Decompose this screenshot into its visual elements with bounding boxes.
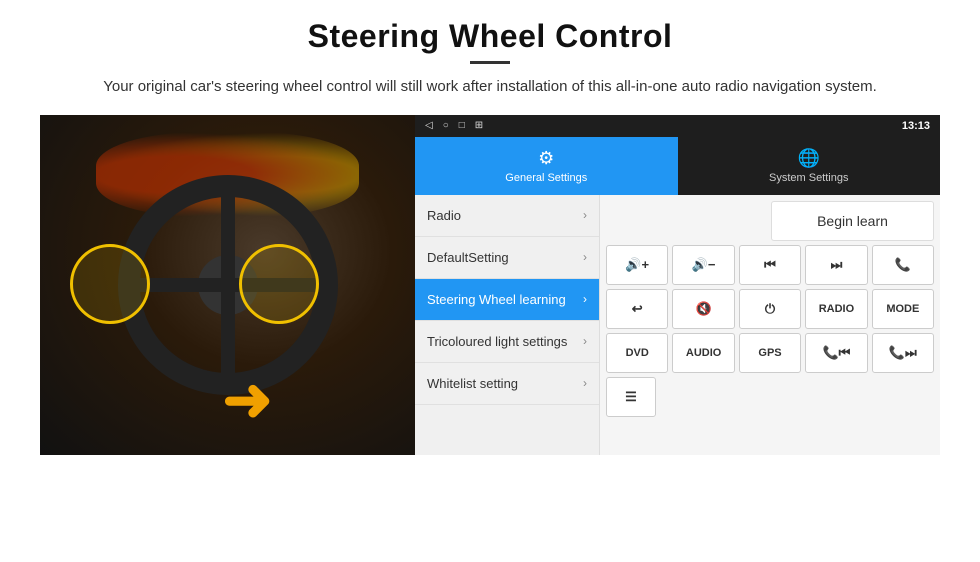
back-icon: ◁ — [425, 120, 433, 131]
menu-item-radio[interactable]: Radio › — [415, 195, 599, 237]
control-row-1: Begin learn — [606, 201, 934, 241]
volume-down-icon: 🔊− — [692, 257, 716, 273]
recents-icon: □ — [459, 120, 465, 131]
empty-space — [606, 201, 767, 241]
left-control-highlight — [70, 244, 150, 324]
radio-label: RADIO — [819, 303, 854, 315]
control-row-2: 🔊+ 🔊− ⏮ ⏭ 📞 — [606, 245, 934, 285]
power-icon: ⏻ — [765, 301, 775, 317]
phone-next-icon: 📞⏭ — [889, 345, 917, 361]
menu-item-default-label: DefaultSetting — [427, 250, 509, 265]
control-row-4: DVD AUDIO GPS 📞⏮ 📞⏭ — [606, 333, 934, 373]
prev-track-icon: ⏮ — [764, 257, 776, 273]
list-icon: ☰ — [625, 389, 637, 405]
hang-up-icon: ↩ — [632, 301, 643, 317]
phone-prev-icon: 📞⏮ — [822, 345, 850, 361]
controls-panel: Begin learn 🔊+ 🔊− ⏮ — [600, 195, 940, 455]
page-subtitle: Your original car's steering wheel contr… — [103, 76, 877, 99]
menu-list: Radio › DefaultSetting › Steering Wheel … — [415, 195, 600, 455]
menu-item-default[interactable]: DefaultSetting › — [415, 237, 599, 279]
menu-area: Radio › DefaultSetting › Steering Wheel … — [415, 195, 940, 455]
menu-item-steering-label: Steering Wheel learning — [427, 292, 566, 307]
list-button[interactable]: ☰ — [606, 377, 656, 417]
audio-label: AUDIO — [686, 347, 721, 359]
arrow-icon: ➜ — [222, 365, 272, 435]
mode-button[interactable]: MODE — [872, 289, 934, 329]
audio-button[interactable]: AUDIO — [672, 333, 734, 373]
mode-label: MODE — [886, 303, 919, 315]
begin-learn-button[interactable]: Begin learn — [771, 201, 934, 241]
chevron-icon-whitelist: › — [583, 376, 587, 390]
home-icon: ○ — [443, 120, 449, 131]
mute-button[interactable]: 🔇 — [672, 289, 734, 329]
control-row-5: ☰ — [606, 377, 934, 417]
wheel-bg: ➜ — [40, 115, 415, 455]
volume-up-button[interactable]: 🔊+ — [606, 245, 668, 285]
menu-item-whitelist-label: Whitelist setting — [427, 376, 518, 391]
volume-down-button[interactable]: 🔊− — [672, 245, 734, 285]
gps-label: GPS — [758, 347, 781, 359]
main-content: ➜ ◁ ○ □ ⊞ 13:13 ⚙ General Settings — [40, 115, 940, 562]
tab-general-label: General Settings — [505, 172, 587, 184]
page-container: Steering Wheel Control Your original car… — [0, 0, 980, 562]
gps-button[interactable]: GPS — [739, 333, 801, 373]
status-bar-left: ◁ ○ □ ⊞ — [425, 120, 483, 131]
android-panel: ◁ ○ □ ⊞ 13:13 ⚙ General Settings 🌐 Syste… — [415, 115, 940, 455]
volume-up-icon: 🔊+ — [625, 257, 649, 273]
chevron-icon-radio: › — [583, 208, 587, 222]
right-control-highlight — [239, 244, 319, 324]
phone-button[interactable]: 📞 — [872, 245, 934, 285]
menu-item-radio-label: Radio — [427, 208, 461, 223]
prev-track-button[interactable]: ⏮ — [739, 245, 801, 285]
phone-icon: 📞 — [895, 257, 911, 273]
hang-up-button[interactable]: ↩ — [606, 289, 668, 329]
menu-item-whitelist[interactable]: Whitelist setting › — [415, 363, 599, 405]
menu-item-steering[interactable]: Steering Wheel learning › — [415, 279, 599, 321]
status-time: 13:13 — [902, 120, 930, 132]
dvd-label: DVD — [626, 347, 649, 359]
steering-wheel-panel: ➜ — [40, 115, 415, 455]
globe-icon: 🌐 — [798, 148, 820, 169]
radio-button[interactable]: RADIO — [805, 289, 867, 329]
menu-item-tricoloured-label: Tricoloured light settings — [427, 334, 567, 349]
gear-icon: ⚙ — [538, 148, 554, 169]
title-divider — [470, 61, 510, 64]
next-track-icon: ⏭ — [831, 257, 843, 273]
tab-system[interactable]: 🌐 System Settings — [678, 137, 941, 195]
power-button[interactable]: ⏻ — [739, 289, 801, 329]
tab-general[interactable]: ⚙ General Settings — [415, 137, 678, 195]
phone-next-button[interactable]: 📞⏭ — [872, 333, 934, 373]
mute-icon: 🔇 — [696, 301, 712, 317]
control-row-3: ↩ 🔇 ⏻ RADIO MODE — [606, 289, 934, 329]
dvd-button[interactable]: DVD — [606, 333, 668, 373]
tab-system-label: System Settings — [769, 172, 848, 184]
next-track-button[interactable]: ⏭ — [805, 245, 867, 285]
phone-prev-button[interactable]: 📞⏮ — [805, 333, 867, 373]
page-title: Steering Wheel Control — [308, 18, 673, 55]
status-bar: ◁ ○ □ ⊞ 13:13 — [415, 115, 940, 137]
tab-bar: ⚙ General Settings 🌐 System Settings — [415, 137, 940, 195]
chevron-icon-tricoloured: › — [583, 334, 587, 348]
chevron-icon-steering: › — [583, 292, 587, 306]
chevron-icon-default: › — [583, 250, 587, 264]
menu-item-tricoloured[interactable]: Tricoloured light settings › — [415, 321, 599, 363]
wheel-spoke-vertical — [221, 197, 235, 373]
menu-icon: ⊞ — [475, 120, 483, 131]
